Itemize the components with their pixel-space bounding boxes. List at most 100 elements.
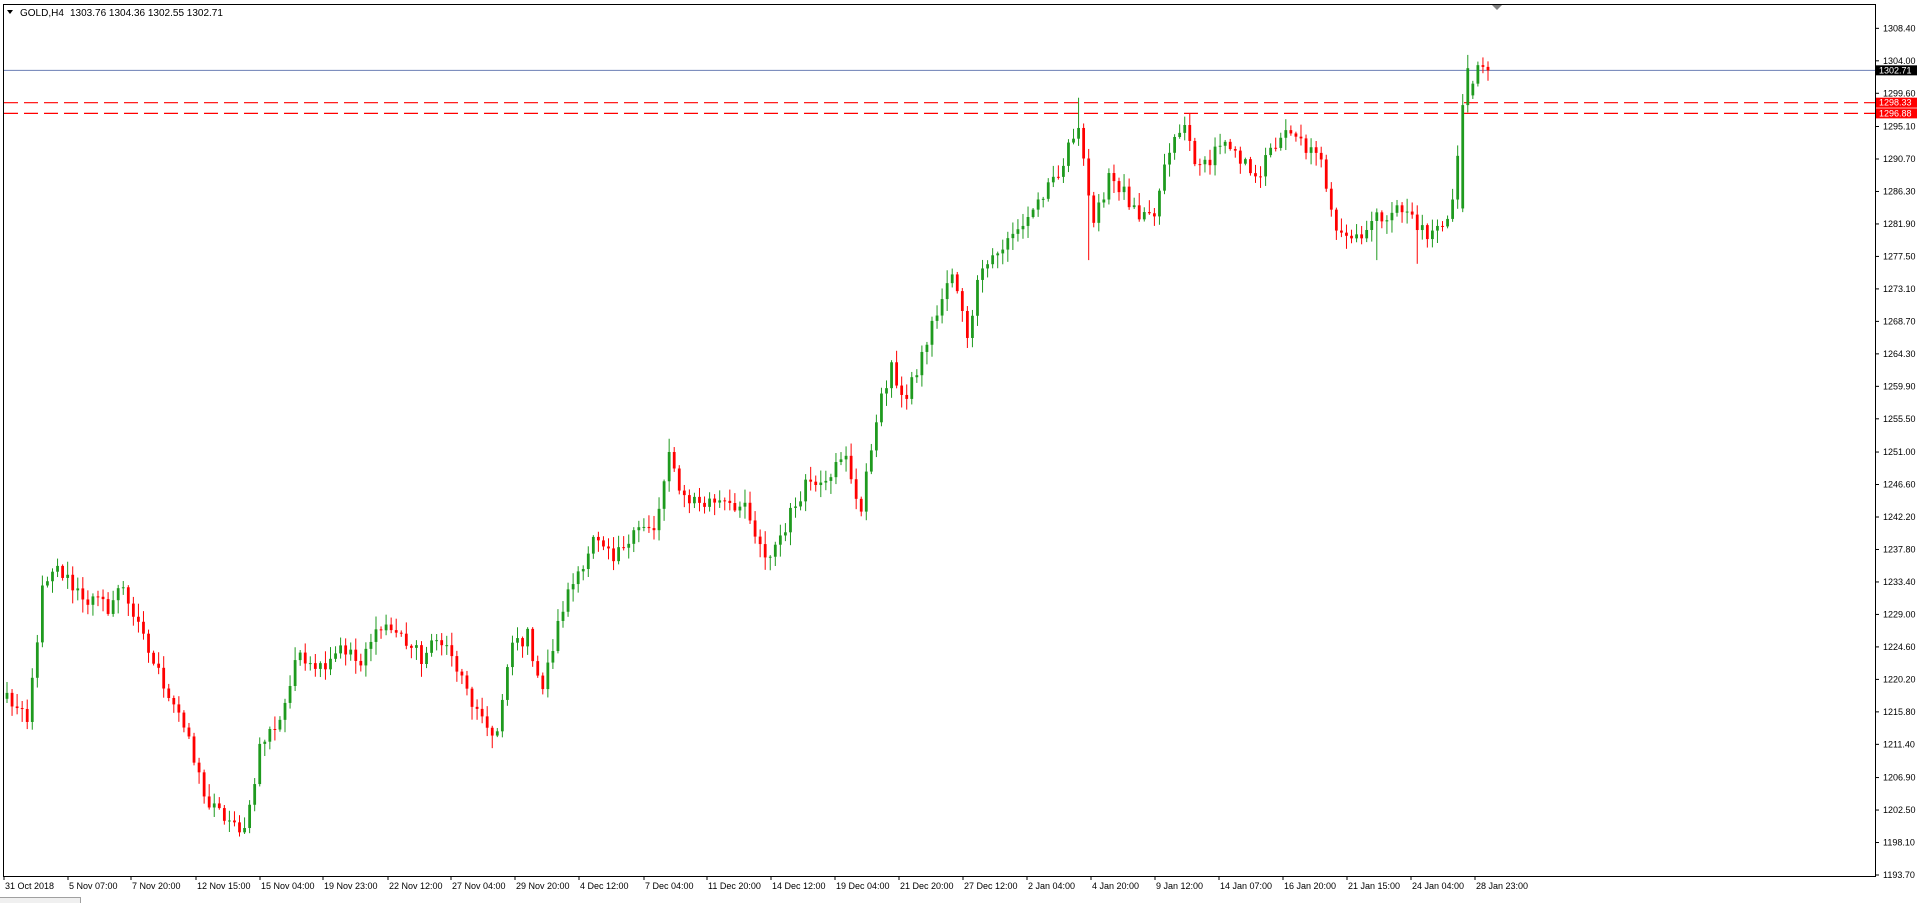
candle-body [273,728,277,730]
candle-body [30,677,34,722]
candle-body [1072,138,1075,143]
candle-body [1355,234,1358,239]
candle-body [1062,165,1065,177]
candle-body [1395,205,1399,213]
x-tick-label: 4 Jan 20:00 [1092,881,1139,891]
candle-body [1431,230,1434,240]
candle-body [915,375,919,378]
candle-body [1188,125,1192,141]
candle-body [546,662,550,690]
candle-body [167,688,171,698]
y-tick-label: 1211.40 [1883,739,1915,749]
candle-body [1420,225,1424,231]
candle-body [1087,158,1091,196]
candle-body [758,536,762,545]
candle-body [91,596,95,605]
candle-body [1158,190,1161,217]
candle-body [217,803,221,809]
y-tick-label: 1290.70 [1883,154,1916,164]
candle-body [197,762,201,773]
candle-body [1340,230,1343,233]
candle-body [657,508,661,531]
candle-body [5,692,9,699]
x-tick-label: 16 Jan 20:00 [1284,881,1336,891]
x-tick-label: 19 Nov 23:00 [324,881,378,891]
candle-body [10,692,14,707]
candle-body [1001,249,1005,254]
candle-body [435,640,439,642]
candle-body [1107,173,1111,200]
candle-body [1031,209,1035,217]
candle-body [612,548,615,562]
y-tick-label: 1251.00 [1883,447,1916,457]
candle-body [1436,225,1439,231]
candle-body [399,632,403,634]
candle-body [1097,202,1101,223]
candle-body [409,645,413,648]
candle-body [162,667,166,689]
candle-body [238,822,241,833]
candle-body [1102,199,1106,203]
candle-body [35,642,39,678]
price-chart[interactable]: GOLD,H4 1303.76 1304.36 1302.55 1302.71 … [0,0,1920,902]
y-tick-label: 1246.60 [1883,480,1916,490]
candle-body [1067,142,1070,166]
candle-body [955,274,959,292]
candle-body [187,727,191,737]
candle-body [733,503,737,511]
x-tick-label: 15 Nov 04:00 [261,881,315,891]
candle-body [1153,213,1156,217]
candle-body [298,652,302,661]
x-tick-label: 5 Nov 07:00 [69,881,118,891]
candle-body [1238,150,1242,164]
candle-body [253,784,257,805]
ohlc-readout: 1303.76 1304.36 1302.55 1302.71 [70,8,223,19]
candle-body [819,482,823,486]
candle-body [500,699,504,732]
candle-body [1461,105,1465,209]
candle-body [885,388,888,394]
candle-body [536,661,540,676]
candle-body [849,455,853,480]
candle-body [763,544,767,558]
y-tick-label: 1281.90 [1883,219,1916,229]
candle-body [561,611,565,621]
candle-body [86,599,90,605]
candle-body [794,506,797,508]
candle-body [1016,229,1020,234]
candle-body [1208,159,1212,166]
candle-body [940,299,944,316]
candle-body [541,675,545,690]
candle-body [910,377,914,399]
candle-body [976,279,979,316]
candle-body [1390,212,1394,221]
candle-body [66,574,70,578]
candle-body [394,630,398,633]
candle-body [1284,130,1288,138]
candle-body [1082,127,1086,159]
candle-body [576,571,580,585]
candle-body [682,490,686,496]
y-tick-label: 1308.40 [1883,23,1916,33]
candle-body [986,264,989,269]
y-tick-label: 1220.20 [1883,674,1916,684]
candle-body [516,638,519,643]
chart-frame [3,4,1876,877]
candle-body [1441,225,1444,227]
candle-body [329,658,332,670]
chart-window[interactable]: GOLD,H4 1303.76 1304.36 1302.55 1302.71 … [0,0,1920,903]
candle-body [551,651,555,663]
candle-body [25,708,29,722]
candle-body [1365,229,1369,239]
candle-body [642,526,646,528]
candle-body [404,633,408,646]
candle-body [268,728,272,742]
candle-body [1254,173,1257,177]
chart-tab[interactable] [0,897,81,903]
candle-body [1092,195,1096,223]
candle-body [1127,186,1131,208]
candle-body [809,479,813,482]
candle-body [945,283,949,300]
candle-body [1046,182,1050,199]
candle-body [824,480,828,483]
